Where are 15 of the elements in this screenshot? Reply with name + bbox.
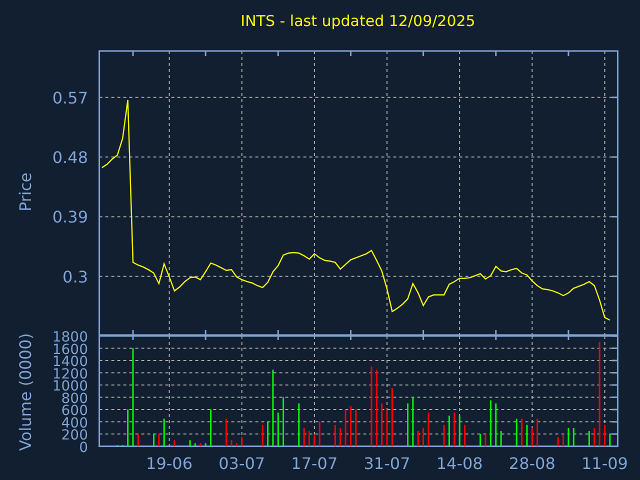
axis-label: 03-07 (218, 454, 266, 473)
axis-label: 0 (79, 440, 88, 456)
axis-label: 14-08 (436, 454, 483, 473)
axis-label: 0.57 (52, 88, 88, 108)
chart-title: INTS - last updated 12/09/2025 (240, 12, 476, 30)
axis-label: 28-08 (508, 454, 556, 473)
axis-label: 0.48 (52, 148, 88, 168)
axis-label: 0.3 (62, 267, 88, 286)
axis-label: 19-06 (146, 454, 193, 473)
axis-label: 0.39 (52, 208, 88, 227)
axis-title: Volume (0000) (16, 333, 35, 451)
axis-label: 31-07 (364, 454, 410, 473)
axis-label: 17-07 (291, 454, 338, 473)
axis-title: Price (16, 172, 35, 212)
axis-label: 11-09 (582, 454, 628, 473)
